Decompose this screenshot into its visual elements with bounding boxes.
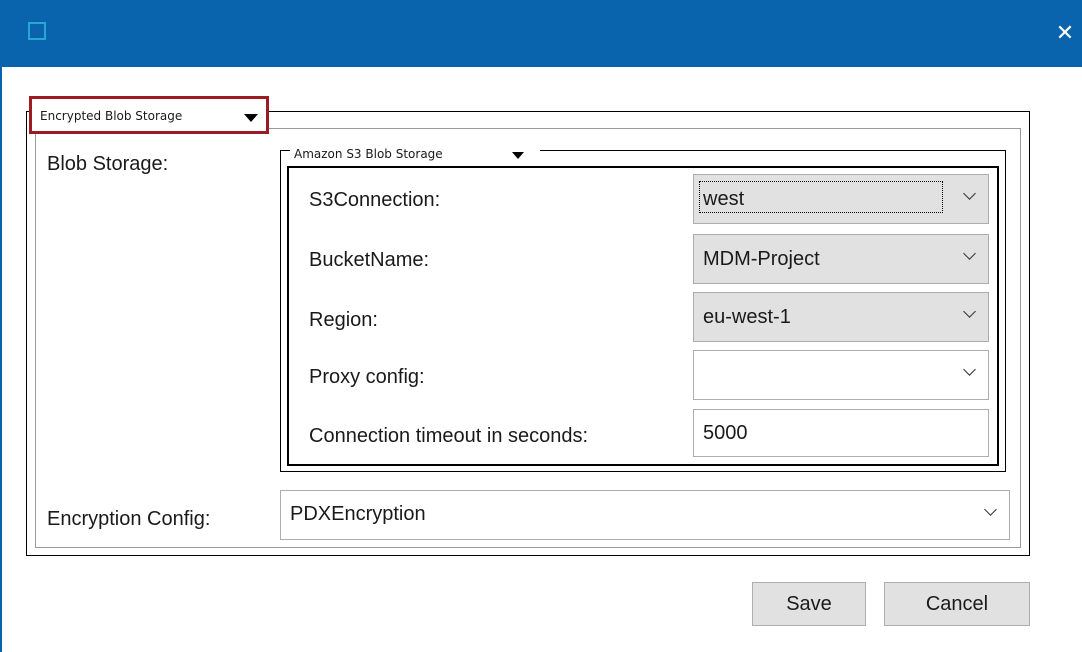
title-bar: ✕ — [0, 0, 1082, 67]
encryption-config-value: PDXEncryption — [290, 503, 426, 525]
encryption-config-label: Encryption Config: — [47, 508, 211, 530]
chevron-down-icon — [963, 305, 976, 318]
encryption-config-select[interactable]: PDXEncryption — [280, 490, 1010, 540]
s3connection-select[interactable]: west — [693, 174, 989, 224]
connection-timeout-label: Connection timeout in seconds: — [309, 425, 589, 447]
region-value: eu-west-1 — [703, 306, 791, 328]
s3connection-label: S3Connection: — [309, 189, 441, 211]
storage-type-selector[interactable]: Encrypted Blob Storage — [29, 96, 269, 134]
chevron-down-icon — [963, 363, 976, 376]
connection-timeout-input[interactable]: 5000 — [693, 409, 989, 457]
storage-type-label: Encrypted Blob Storage — [40, 109, 183, 123]
close-icon: ✕ — [1055, 20, 1075, 45]
bucketname-select[interactable]: MDM-Project — [693, 234, 989, 284]
blob-storage-type-label: Amazon S3 Blob Storage — [294, 147, 443, 161]
s3connection-value: west — [703, 188, 745, 210]
region-label: Region: — [309, 309, 378, 331]
caret-down-icon[interactable] — [244, 114, 258, 122]
proxy-config-label: Proxy config: — [309, 366, 425, 388]
region-select[interactable]: eu-west-1 — [693, 292, 989, 342]
chevron-down-icon — [984, 503, 997, 516]
blob-storage-label: Blob Storage: — [47, 153, 169, 175]
window-border — [0, 67, 2, 652]
proxy-config-select[interactable] — [693, 350, 989, 400]
window-icon — [28, 22, 46, 40]
chevron-down-icon — [963, 187, 976, 200]
bucketname-label: BucketName: — [309, 249, 430, 271]
caret-down-icon[interactable] — [512, 152, 524, 159]
blob-storage-type-selector[interactable]: Amazon S3 Blob Storage — [290, 144, 540, 166]
close-button[interactable]: ✕ — [1048, 16, 1082, 50]
bucketname-value: MDM-Project — [703, 248, 820, 270]
connection-timeout-value: 5000 — [703, 422, 748, 444]
cancel-button[interactable]: Cancel — [884, 582, 1030, 626]
save-button[interactable]: Save — [752, 582, 866, 626]
chevron-down-icon — [963, 247, 976, 260]
